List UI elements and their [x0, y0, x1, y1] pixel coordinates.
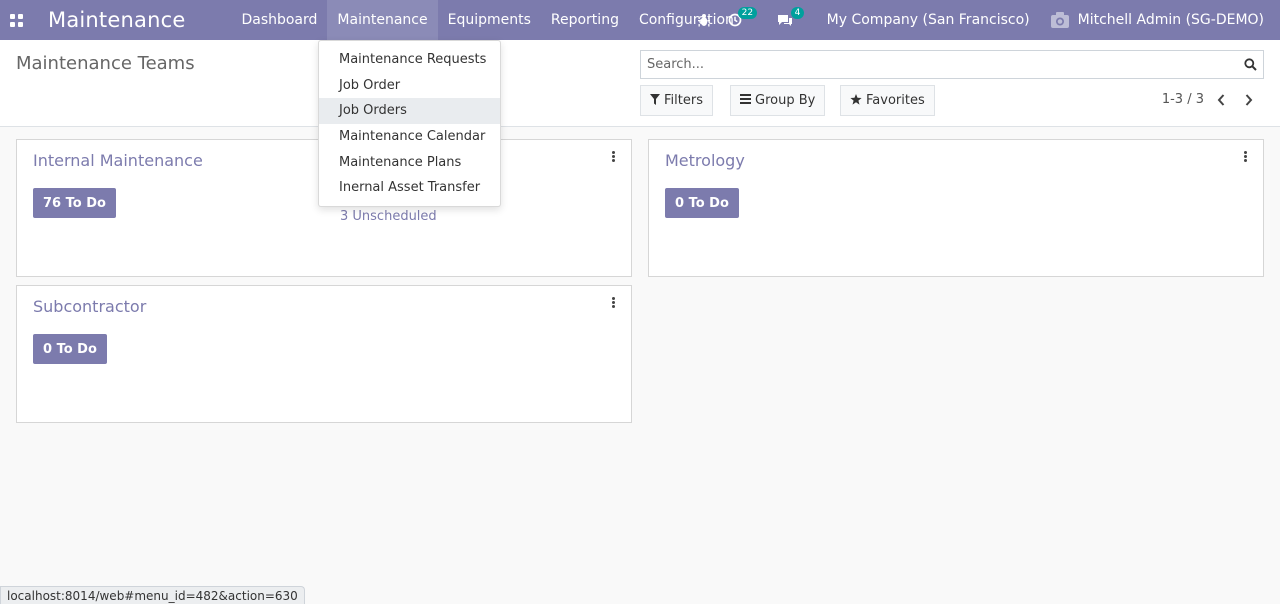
- company-switcher[interactable]: My Company (San Francisco): [817, 0, 1040, 40]
- pager-next-icon[interactable]: [1240, 90, 1258, 110]
- pager-value[interactable]: 1-3 / 3: [1162, 92, 1204, 107]
- menu-item-internal-asset-transfer[interactable]: Inernal Asset Transfer: [319, 175, 500, 201]
- activity-clock-icon[interactable]: 22: [719, 0, 768, 40]
- search-icon[interactable]: [1237, 51, 1263, 78]
- navbar-systray: 22 4 My Company (San Francisco) Mitchell…: [689, 0, 1280, 40]
- kebab-menu-icon[interactable]: [1241, 150, 1249, 166]
- main-menu: Dashboard Maintenance Equipments Reporti…: [231, 0, 743, 40]
- menu-item-job-order[interactable]: Job Order: [319, 73, 500, 99]
- menu-item-maintenance-plans[interactable]: Maintenance Plans: [319, 149, 500, 175]
- favorites-button[interactable]: Favorites: [840, 85, 935, 116]
- user-menu[interactable]: Mitchell Admin (SG-DEMO): [1040, 0, 1280, 40]
- search-bar: [640, 50, 1264, 79]
- team-name[interactable]: Subcontractor: [33, 297, 146, 316]
- kebab-menu-icon[interactable]: [609, 150, 617, 166]
- menu-item-job-orders[interactable]: Job Orders: [319, 98, 500, 124]
- activity-count-badge: 22: [737, 7, 758, 19]
- user-name: Mitchell Admin (SG-DEMO): [1077, 12, 1264, 28]
- avatar: [1050, 12, 1069, 28]
- menu-reporting[interactable]: Reporting: [541, 0, 629, 40]
- filter-icon: [650, 93, 660, 108]
- browser-status-url: localhost:8014/web#menu_id=482&action=63…: [0, 586, 305, 604]
- todo-button[interactable]: 0 To Do: [33, 334, 107, 364]
- maintenance-dropdown-menu: Maintenance Requests Job Order Job Order…: [318, 40, 501, 207]
- filters-label: Filters: [664, 93, 703, 108]
- apps-menu-icon[interactable]: [0, 0, 32, 40]
- menu-maintenance[interactable]: Maintenance: [327, 0, 438, 40]
- team-name[interactable]: Metrology: [665, 151, 745, 170]
- control-panel: Maintenance Teams Filters Group By Favor…: [0, 40, 1280, 127]
- team-card-subcontractor[interactable]: Subcontractor 0 To Do: [16, 285, 632, 423]
- menu-item-maintenance-requests[interactable]: Maintenance Requests: [319, 47, 500, 73]
- star-icon: [850, 93, 862, 108]
- messages-count-badge: 4: [790, 7, 805, 19]
- app-title[interactable]: Maintenance: [48, 8, 185, 32]
- group-by-label: Group By: [755, 93, 816, 108]
- pager-previous-icon[interactable]: [1212, 90, 1230, 110]
- todo-button[interactable]: 0 To Do: [665, 188, 739, 218]
- team-name[interactable]: Internal Maintenance: [33, 151, 203, 170]
- filters-button[interactable]: Filters: [640, 85, 713, 116]
- team-card-metrology[interactable]: Metrology 0 To Do: [648, 139, 1264, 277]
- debug-icon[interactable]: [689, 0, 719, 40]
- menu-item-maintenance-calendar[interactable]: Maintenance Calendar: [319, 124, 500, 150]
- messages-icon[interactable]: 4: [768, 0, 817, 40]
- todo-button[interactable]: 76 To Do: [33, 188, 116, 218]
- unscheduled-link[interactable]: 3 Unscheduled: [340, 209, 437, 224]
- menu-equipments[interactable]: Equipments: [438, 0, 541, 40]
- favorites-label: Favorites: [866, 93, 925, 108]
- search-input[interactable]: [641, 51, 1237, 78]
- menu-dashboard[interactable]: Dashboard: [231, 0, 327, 40]
- group-by-button[interactable]: Group By: [730, 85, 826, 116]
- kebab-menu-icon[interactable]: [609, 296, 617, 312]
- page-title: Maintenance Teams: [16, 53, 195, 74]
- list-icon: [740, 94, 751, 107]
- top-navbar: Maintenance Dashboard Maintenance Equipm…: [0, 0, 1280, 40]
